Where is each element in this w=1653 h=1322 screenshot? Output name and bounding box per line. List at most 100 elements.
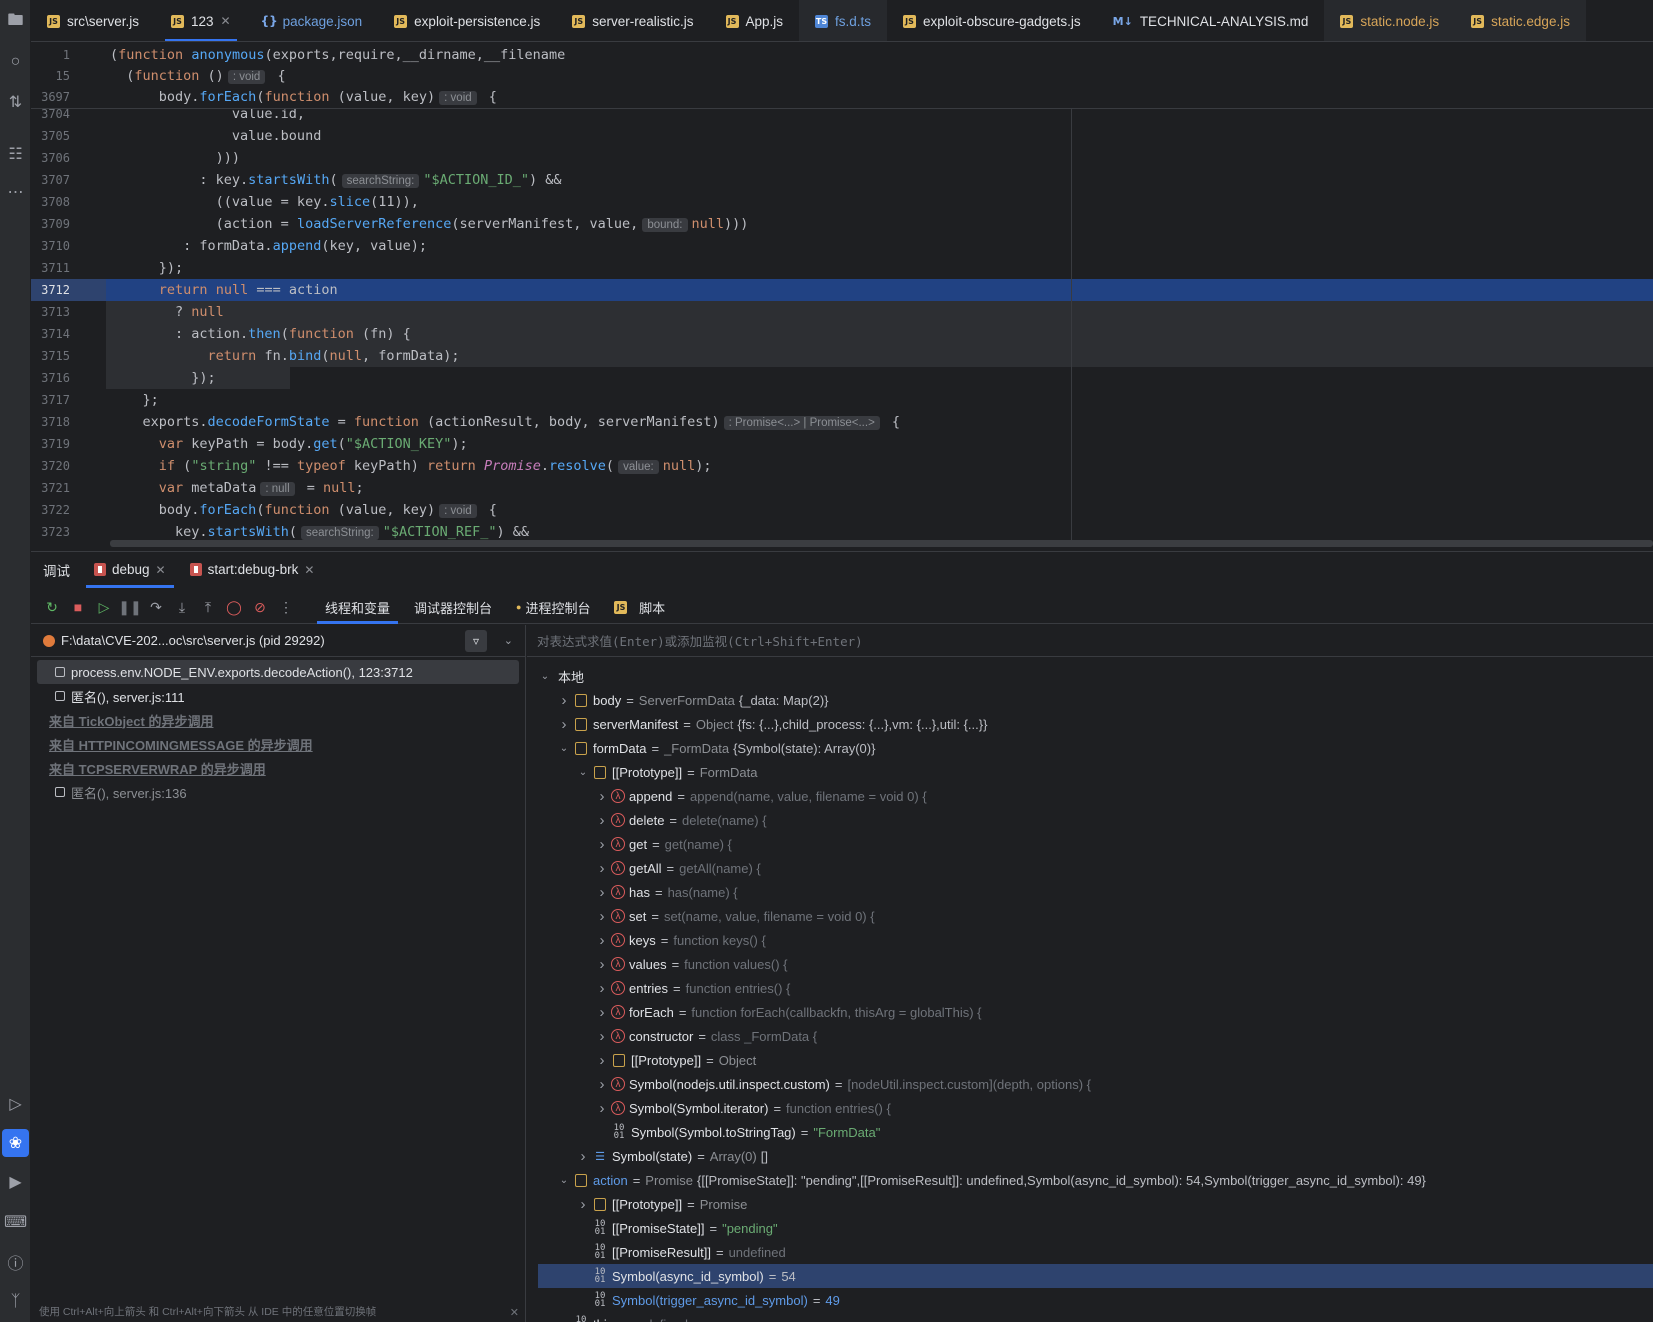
- variable-row[interactable]: ⌄ formData = _FormData {Symbol(state): Array…: [538, 736, 1653, 760]
- tab-process-console[interactable]: ● 进程控制台: [504, 591, 602, 624]
- chevron-right-icon[interactable]: ›: [595, 1028, 609, 1045]
- variable-row[interactable]: › λ getAll = getAll(name) {: [538, 856, 1653, 880]
- resume-icon[interactable]: ▷: [91, 594, 117, 620]
- session-tab-debug[interactable]: debug ✕: [82, 552, 178, 588]
- async-frame[interactable]: 来自 TCPSERVERWRAP 的异步调用: [37, 756, 519, 780]
- stack-frame[interactable]: 匿名(), server.js:111: [37, 684, 519, 708]
- variable-row[interactable]: ⌄ action = Promise {[[PromiseState]]: "pendi…: [538, 1168, 1653, 1192]
- chevron-right-icon[interactable]: ›: [595, 1004, 609, 1021]
- editor-tab[interactable]: JS server-realistic.js: [556, 0, 709, 41]
- variable-row[interactable]: › serverManifest = Object {fs: {...},child_p…: [538, 712, 1653, 736]
- variable-row[interactable]: › ☰ Symbol(state) = Array(0)[]: [538, 1144, 1653, 1168]
- step-into-icon[interactable]: ⤓: [169, 594, 195, 620]
- variable-row[interactable]: › λ delete = delete(name) {: [538, 808, 1653, 832]
- mute-breakpoints-icon[interactable]: ⊘: [247, 594, 273, 620]
- variable-row[interactable]: › λ get = get(name) {: [538, 832, 1653, 856]
- tab-scripts[interactable]: JS 脚本: [602, 591, 677, 624]
- close-icon[interactable]: ✕: [304, 563, 314, 577]
- chevron-right-icon[interactable]: ›: [595, 1052, 609, 1069]
- git-icon[interactable]: ᛉ: [0, 1288, 31, 1316]
- variable-row[interactable]: 10 01 [[PromiseState]] = "pending": [538, 1216, 1653, 1240]
- evaluate-expression-input[interactable]: 对表达式求值(Enter)或添加监视(Ctrl+Shift+Enter): [527, 625, 1653, 657]
- variable-row[interactable]: › [[Prototype]] = Object: [538, 1048, 1653, 1072]
- close-icon[interactable]: ✕: [156, 563, 166, 577]
- stack-frame[interactable]: process.env.NODE_ENV.exports.decodeActio…: [37, 660, 519, 684]
- variable-row[interactable]: › body = ServerFormData {_data: Map(2)}: [538, 688, 1653, 712]
- variable-row[interactable]: › λ keys = function keys() {: [538, 928, 1653, 952]
- rerun-icon[interactable]: ↻: [39, 594, 65, 620]
- chevron-down-icon[interactable]: ⌄: [557, 743, 571, 754]
- chevron-right-icon[interactable]: ›: [595, 956, 609, 973]
- editor-tab[interactable]: JS 123 ✕: [155, 0, 247, 41]
- folder-icon[interactable]: 🖿: [0, 8, 31, 36]
- run-icon[interactable]: ▷: [0, 1090, 31, 1118]
- close-icon[interactable]: ✕: [221, 14, 231, 28]
- commit-icon[interactable]: ○: [0, 48, 31, 76]
- filter-icon[interactable]: ▿: [465, 629, 487, 652]
- more-options-icon[interactable]: ⋮: [273, 594, 299, 620]
- editor-tab[interactable]: TS fs.d.ts: [799, 0, 888, 41]
- chevron-down-icon[interactable]: ⌄: [557, 1175, 571, 1186]
- pause-icon[interactable]: ❚❚: [117, 594, 143, 620]
- variable-row[interactable]: 10 01 [[PromiseResult]] = undefined: [538, 1240, 1653, 1264]
- variable-row[interactable]: › λ Symbol(Symbol.iterator) = function entri…: [538, 1096, 1653, 1120]
- code-editor[interactable]: 1 (function anonymous(exports,require,__d…: [31, 43, 1653, 547]
- chevron-right-icon[interactable]: ›: [557, 692, 571, 709]
- services-icon[interactable]: ▶: [0, 1168, 31, 1196]
- variable-row[interactable]: › λ append = append(name, value, filename = …: [538, 784, 1653, 808]
- async-frame[interactable]: 来自 HTTPINCOMINGMESSAGE 的异步调用: [37, 732, 519, 756]
- variable-row[interactable]: 10 01 Symbol(trigger_async_id_symbol) = 49: [538, 1288, 1653, 1312]
- chevron-right-icon[interactable]: ›: [595, 932, 609, 949]
- chevron-down-icon[interactable]: ⌄: [538, 671, 552, 682]
- step-over-icon[interactable]: ↷: [143, 594, 169, 620]
- chevron-down-icon[interactable]: ⌄: [504, 634, 513, 647]
- editor-tab[interactable]: {} package.json: [247, 0, 379, 41]
- chevron-right-icon[interactable]: ›: [595, 1076, 609, 1093]
- chevron-right-icon[interactable]: ›: [595, 836, 609, 853]
- chevron-right-icon[interactable]: ›: [595, 908, 609, 925]
- variable-row[interactable]: › λ constructor = class _FormData {: [538, 1024, 1653, 1048]
- chevron-right-icon[interactable]: ›: [595, 1100, 609, 1117]
- editor-tab[interactable]: JS static.node.js: [1324, 0, 1456, 41]
- chevron-right-icon[interactable]: ›: [576, 1196, 590, 1213]
- editor-tab[interactable]: JS App.js: [710, 0, 800, 41]
- pull-request-icon[interactable]: ⇅: [0, 88, 31, 116]
- variable-row[interactable]: 10 01 Symbol(async_id_symbol) = 54: [538, 1264, 1653, 1288]
- stack-frame[interactable]: 匿名(), server.js:136: [37, 780, 519, 804]
- variable-row[interactable]: › λ values = function values() {: [538, 952, 1653, 976]
- variable-row[interactable]: › [[Prototype]] = Promise: [538, 1192, 1653, 1216]
- chevron-right-icon[interactable]: ›: [595, 788, 609, 805]
- variable-row[interactable]: ⌄ 本地: [538, 664, 1653, 688]
- variable-row[interactable]: › λ entries = function entries() {: [538, 976, 1653, 1000]
- close-icon[interactable]: ✕: [510, 1306, 519, 1319]
- chevron-right-icon[interactable]: ›: [576, 1148, 590, 1165]
- editor-tab[interactable]: JS exploit-obscure-gadgets.js: [887, 0, 1097, 41]
- chevron-right-icon[interactable]: ›: [557, 716, 571, 733]
- editor-tab[interactable]: M↓ TECHNICAL-ANALYSIS.md: [1097, 0, 1325, 41]
- step-out-icon[interactable]: ⤒: [195, 594, 221, 620]
- variable-row[interactable]: › λ forEach = function forEach(callbackfn, t…: [538, 1000, 1653, 1024]
- chevron-right-icon[interactable]: ›: [595, 980, 609, 997]
- variable-row[interactable]: 10 01 Symbol(Symbol.toStringTag) = "FormDat…: [538, 1120, 1653, 1144]
- editor-tab[interactable]: JS src\server.js: [31, 0, 155, 41]
- terminal-icon[interactable]: ⌨: [0, 1208, 31, 1236]
- horizontal-scrollbar[interactable]: [110, 540, 1653, 547]
- stop-icon[interactable]: ■: [65, 594, 91, 620]
- editor-tab[interactable]: JS exploit-persistence.js: [378, 0, 556, 41]
- variable-row[interactable]: › λ Symbol(nodejs.util.inspect.custom) = [no…: [538, 1072, 1653, 1096]
- async-frame[interactable]: 来自 TickObject 的异步调用: [37, 708, 519, 732]
- editor-tab[interactable]: JS static.edge.js: [1455, 0, 1586, 41]
- chevron-down-icon[interactable]: ⌄: [576, 767, 590, 778]
- chevron-right-icon[interactable]: ›: [595, 884, 609, 901]
- session-tab-start-debug-brk[interactable]: start:debug-brk ✕: [178, 552, 327, 588]
- process-selector[interactable]: F:\data\CVE-202...oc\src\server.js (pid …: [31, 625, 525, 657]
- debug-icon[interactable]: ❀: [2, 1129, 29, 1157]
- chevron-right-icon[interactable]: ›: [595, 812, 609, 829]
- variable-row[interactable]: 10 01 this = undefined: [538, 1312, 1653, 1322]
- view-breakpoints-icon[interactable]: ◯: [221, 594, 247, 620]
- problems-icon[interactable]: ⓘ: [0, 1248, 31, 1276]
- tab-threads-variables[interactable]: 线程和变量: [313, 591, 402, 624]
- chevron-right-icon[interactable]: ›: [595, 860, 609, 877]
- variable-row[interactable]: › λ has = has(name) {: [538, 880, 1653, 904]
- variable-row[interactable]: › λ set = set(name, value, filename = void 0…: [538, 904, 1653, 928]
